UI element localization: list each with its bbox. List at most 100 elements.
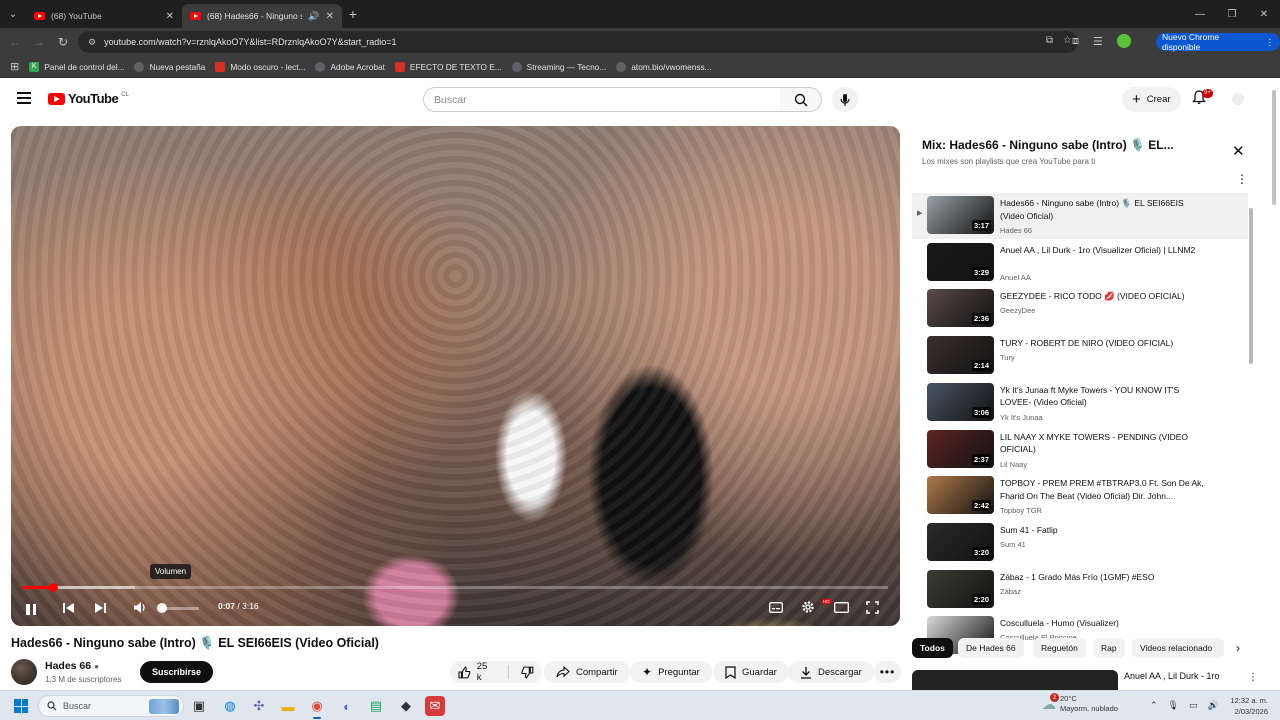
recommendation-thumbnail[interactable] [912,670,1118,690]
playlist-item[interactable]: 2:37 LIL NAAY X MYKE TOWERS - PENDING (VI… [912,427,1248,473]
playlist-thumbnail[interactable]: 3:20 [927,522,994,561]
new-tab-button[interactable]: + [342,2,364,26]
playlist-thumbnail[interactable]: 2:37 [927,429,994,468]
subscribe-button[interactable]: Suscribirse [140,661,214,683]
tab-search-icon[interactable]: ⌄ [0,0,26,28]
chip-rap[interactable]: Rap [1093,638,1125,658]
network-icon[interactable]: ▭ [1189,700,1198,711]
tab-hades66[interactable]: (68) Hades66 - Ninguno sabe 🔊 ✕ [182,4,342,28]
bookmark-item[interactable]: Streaming — Tecno... [511,61,606,72]
minimize-icon[interactable]: — [1184,0,1216,28]
share-button[interactable]: Compartir [544,661,630,683]
bookmark-star-icon[interactable]: ☆ [1063,35,1072,46]
close-window-icon[interactable]: ✕ [1248,0,1280,28]
playlist-thumbnail[interactable]: 3:17 [927,196,994,234]
bookmark-item[interactable]: K Panel de control del... [29,61,124,72]
close-playlist-icon[interactable]: ✕ [1232,142,1245,160]
page-scrollbar[interactable] [1270,90,1278,208]
bookmark-item[interactable]: EFECTO DE TEXTO E... [394,61,502,72]
reading-list-icon[interactable]: ☰ [1093,35,1103,48]
create-button[interactable]: + Crear [1122,87,1181,112]
playlist-thumbnail[interactable]: 2:20 [927,569,994,608]
volume-icon[interactable] [133,601,147,614]
discord-icon[interactable]: ◐ [337,696,357,716]
mail-app-icon[interactable]: ✉ [425,696,445,716]
taskbar-search-input[interactable]: Buscar [38,695,184,717]
next-icon[interactable] [94,602,107,614]
subtitles-icon[interactable] [769,602,783,613]
task-view-icon[interactable]: ▣ [189,696,209,716]
playlist-thumbnail[interactable]: 2:36 [927,289,994,328]
forward-arrow-icon[interactable]: → [27,35,51,49]
restore-icon[interactable]: ❐ [1216,0,1248,28]
tab-youtube[interactable]: (68) YouTube ✕ [26,4,182,28]
save-button[interactable]: Guardar [713,661,789,683]
voice-search-button[interactable] [832,87,858,112]
playlist-thumbnail[interactable]: 3:29 [927,242,994,281]
chevron-right-icon[interactable]: › [1236,641,1240,655]
bookmark-item[interactable]: Modo oscuro - lect... [215,61,305,72]
edge-browser-icon[interactable]: ◍ [220,696,240,716]
playlist-thumbnail[interactable]: 3:06 [927,382,994,421]
playlist-item[interactable]: 2:36 GEEZYDEE - RICO TODO 💋 (VIDEO OFICIA… [912,286,1248,332]
taskbar-clock[interactable]: 12:32 a. m. 2/03/2026 [1226,695,1268,717]
playlist-item[interactable]: ▶ 3:17 Hades66 - Ninguno sabe (Intro) 🎙️ E… [912,193,1248,239]
app-icon-green[interactable]: ▤ [366,696,386,716]
youtube-logo[interactable]: YouTube CL [48,91,129,106]
video-player[interactable] [11,126,900,626]
site-info-icon[interactable]: ⚙ [88,37,96,48]
playlist-thumbnail[interactable]: 2:14 [927,336,994,375]
profile-avatar-icon[interactable] [1116,34,1131,48]
playlist-more-icon[interactable]: ⋮ [1236,172,1248,186]
channel-avatar[interactable] [11,659,37,685]
playlist-item[interactable]: 3:20 Sum 41 - Fatlip Sum 41 [912,520,1248,566]
like-button[interactable]: 25 k [458,661,494,683]
file-explorer-icon[interactable]: ▬ [278,696,298,716]
channel-name[interactable]: Hades 66 ● [45,660,99,672]
playlist-title[interactable]: Mix: Hades66 - Ninguno sabe (Intro) 🎙️ E… [922,138,1174,152]
hamburger-menu-icon[interactable] [17,92,31,104]
chrome-icon[interactable]: ◉ [307,696,327,719]
chip-regueton[interactable]: Reguetón [1033,638,1086,658]
recommendation-title[interactable]: Anuel AA , Lil Durk - 1ro [1124,671,1220,681]
install-app-icon[interactable]: ⧉ [1046,35,1053,46]
extensions-icon[interactable]: ⧈ [1072,35,1079,48]
close-tab-icon[interactable]: ✕ [166,11,174,22]
chip-videos-relacionados[interactable]: Videos relacionado [1132,638,1224,658]
playlist-item[interactable]: 3:06 Yk It's Junaa ft Myke Towers - YOU K… [912,380,1248,426]
volume-handle[interactable] [157,603,167,613]
playlist-item[interactable]: 3:29 Anuel AA , Lil Durk - 1ro (Visualize… [912,240,1248,286]
playlist-item[interactable]: 2:42 TOPBOY - PREM PREM #TBTRAP3.0 Ft. So… [912,473,1248,519]
playlist-item[interactable]: 2:14 TURY - ROBERT DE NIRO (VIDEO OFICIAL… [912,333,1248,379]
account-avatar[interactable] [1232,93,1244,105]
back-arrow-icon[interactable]: ← [3,35,27,49]
recommendation-more-icon[interactable]: ⋮ [1248,672,1258,683]
update-chrome-button[interactable]: Nuevo Chrome disponible ⋮ [1156,32,1280,52]
previous-icon[interactable] [62,602,75,614]
app-icon-dark[interactable]: ◆ [396,696,416,716]
reload-icon[interactable]: ↻ [51,35,75,49]
bookmark-item[interactable]: atom.bio/vwomenss... [616,61,712,72]
more-actions-button[interactable]: ••• [874,661,901,683]
playlist-thumbnail[interactable]: 2:42 [927,476,994,515]
settings-gear-icon[interactable] [801,600,815,614]
search-button[interactable] [780,87,822,112]
bookmark-item[interactable]: Adobe Acrobat [315,61,385,72]
ask-button[interactable]: ✦ Preguntar [630,661,712,683]
microphone-tray-icon[interactable]: 🎙 [1168,700,1179,711]
chip-todos[interactable]: Todos [912,638,953,658]
teams-icon[interactable]: ✣ [249,696,269,716]
search-input[interactable]: Buscar [423,87,781,112]
speaker-icon[interactable]: 🔊 [308,11,319,22]
playlist-item[interactable]: 2:20 Zábaz - 1 Grado Más Frío (1GMF) #ESO… [912,567,1248,613]
close-tab-icon[interactable]: ✕ [326,11,334,22]
playlist-scrollbar[interactable] [1249,208,1253,364]
address-bar[interactable]: ⚙ youtube.com/watch?v=rznlqAkoO7Y&list=R… [78,31,1078,53]
show-hidden-icons-icon[interactable]: ⌃ [1150,700,1158,711]
apps-grid-icon[interactable]: ⊞ [10,60,19,73]
volume-tray-icon[interactable]: 🔊 [1208,700,1219,711]
bookmark-item[interactable]: Nueva pestaña [134,61,205,72]
chip-de-hades-66[interactable]: De Hades 66 [958,638,1024,658]
fullscreen-icon[interactable] [866,601,879,614]
progress-bar[interactable] [22,583,888,592]
